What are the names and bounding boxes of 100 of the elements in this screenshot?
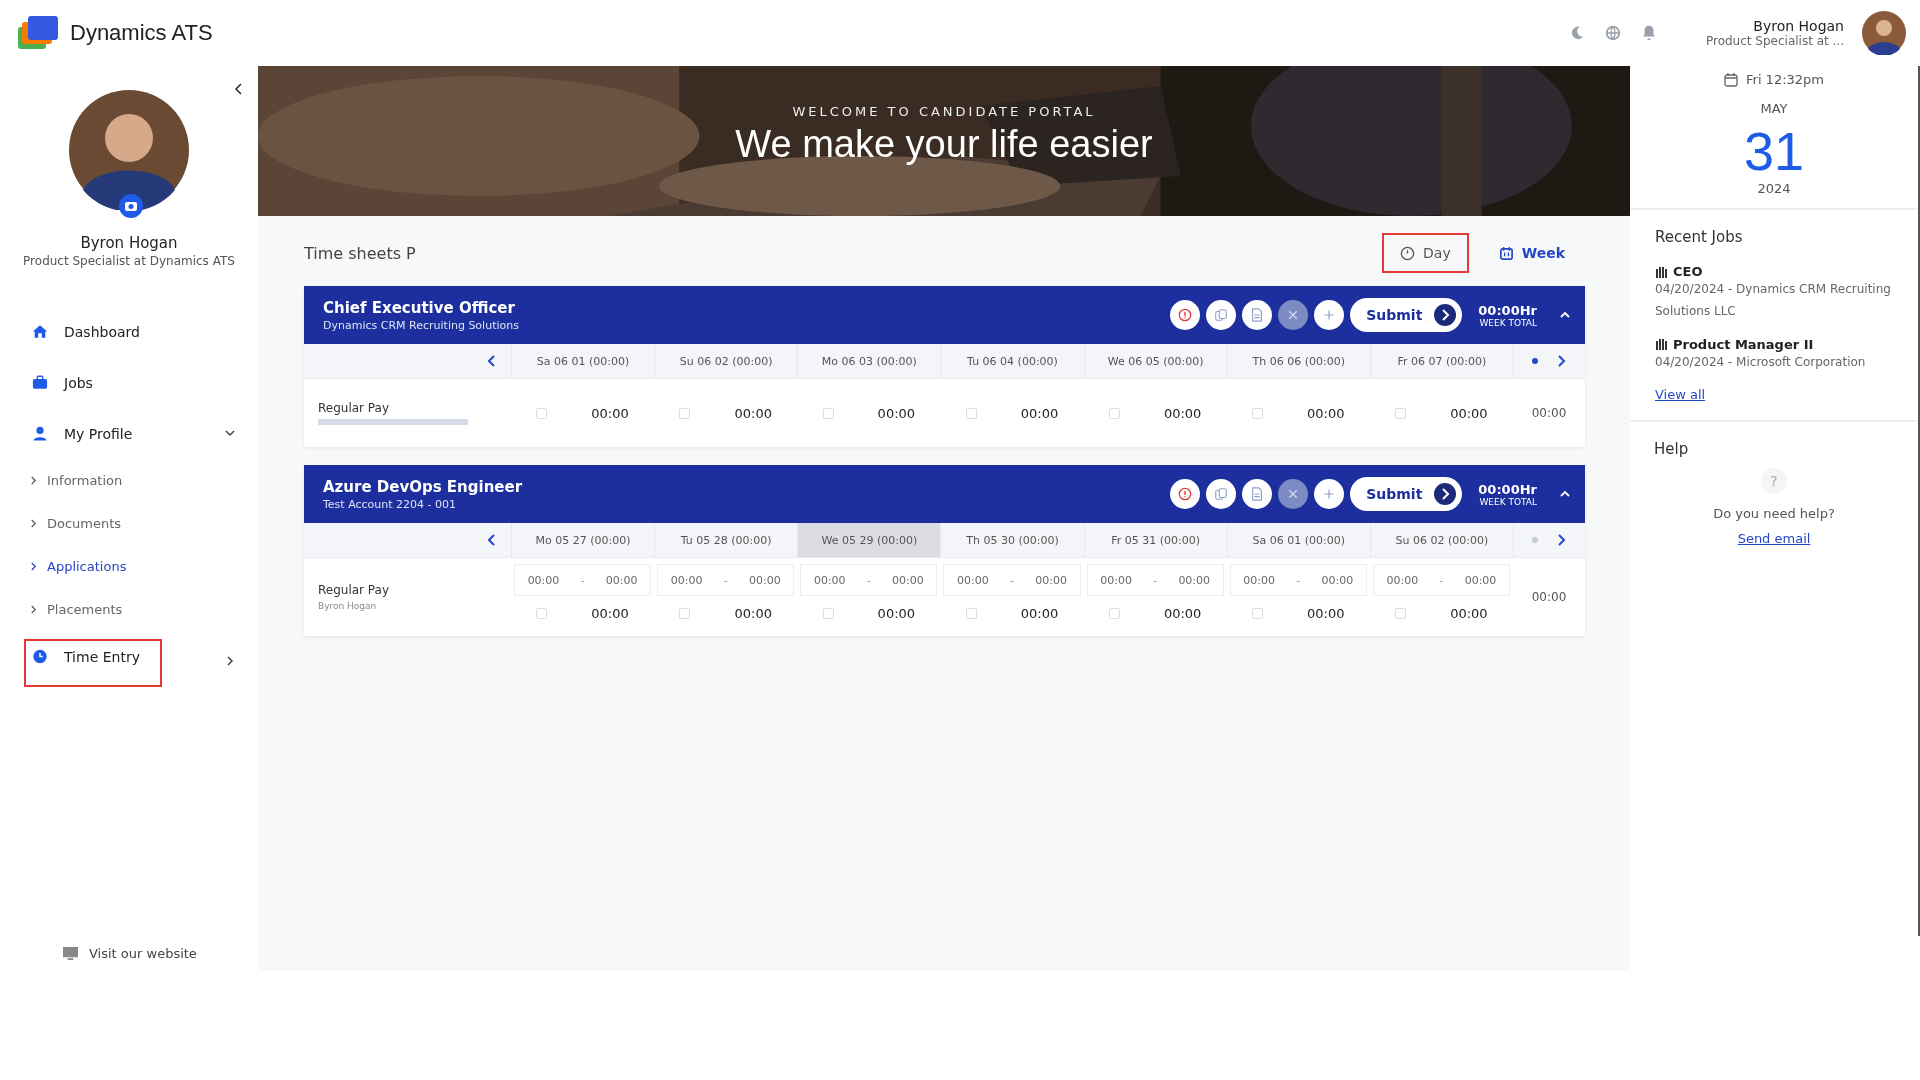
checkbox[interactable] [1252, 407, 1264, 419]
end-time-field[interactable]: 00:00 [1460, 573, 1501, 587]
nav-item[interactable]: Time Entry [24, 639, 162, 687]
start-time-field[interactable]: 00:00 [1239, 573, 1280, 587]
day-header[interactable]: We 06 05 (00:00) [1083, 344, 1227, 378]
next-icon[interactable] [1556, 355, 1567, 367]
copy-button[interactable] [1206, 300, 1237, 330]
hours-field[interactable]: 00:00 [1450, 405, 1488, 421]
checkbox[interactable] [1395, 607, 1407, 619]
hours-field[interactable]: 00:00 [1307, 405, 1345, 421]
hours-field[interactable]: 00:00 [877, 405, 916, 421]
end-time-field[interactable]: 00:00 [888, 573, 928, 587]
job-title[interactable]: Product Manager II [1673, 336, 1814, 352]
end-time-field[interactable]: 00:00 [744, 573, 785, 587]
hours-value: 00:00 [591, 605, 629, 621]
day-header[interactable]: Fr 05 31 (00:00) [1083, 523, 1227, 557]
building-icon [1655, 265, 1667, 278]
chevron-icon[interactable] [224, 655, 236, 667]
alert-button[interactable] [1170, 300, 1201, 330]
day-header[interactable]: Th 05 30 (00:00) [940, 523, 1084, 557]
hours-field[interactable]: 00:00 [1163, 405, 1202, 421]
range-dash: - [1010, 573, 1014, 587]
start-time-field[interactable]: 00:00 [523, 573, 564, 587]
checkbox[interactable] [679, 407, 691, 419]
chevron-icon[interactable] [224, 427, 236, 439]
checkbox[interactable] [536, 407, 548, 419]
next-icon[interactable] [1556, 534, 1567, 546]
start-time-field[interactable]: 00:00 [1382, 573, 1423, 587]
day-header[interactable]: Sa 06 01 (00:00) [511, 344, 655, 378]
chevron-icon [30, 519, 37, 528]
nav-subitem[interactable]: Information [0, 459, 258, 502]
checkbox[interactable] [1108, 407, 1120, 419]
previous-icon[interactable] [487, 534, 497, 546]
day-header[interactable]: Th 06 06 (00:00) [1226, 344, 1370, 378]
nav-item[interactable]: Jobs [24, 357, 101, 408]
view-tab[interactable]: Week [1480, 233, 1583, 273]
camera-icon[interactable] [119, 194, 143, 218]
date-year: 2024 [1757, 181, 1791, 197]
end-time-field[interactable]: 00:00 [601, 573, 642, 587]
submit-button[interactable]: Submit [1350, 477, 1463, 511]
document-button[interactable] [1242, 479, 1273, 509]
close-button[interactable] [1278, 300, 1309, 330]
end-time-field[interactable]: 00:00 [1031, 573, 1071, 587]
hours-field[interactable]: 00:00 [1020, 405, 1059, 421]
submit-button[interactable]: Submit [1350, 298, 1463, 332]
view-tab[interactable]: Day [1382, 233, 1469, 273]
add-button[interactable] [1314, 300, 1345, 330]
copy-button[interactable] [1206, 479, 1237, 509]
day-header[interactable]: Tu 06 04 (00:00) [940, 344, 1084, 378]
alert-button[interactable] [1170, 479, 1201, 509]
checkbox[interactable] [822, 407, 834, 419]
checkbox[interactable] [965, 407, 977, 419]
document-icon [1250, 487, 1265, 501]
start-time-field[interactable]: 00:00 [666, 573, 707, 587]
checkbox[interactable] [1395, 407, 1407, 419]
hours-field[interactable]: 00:00 [734, 405, 772, 421]
close-button[interactable] [1278, 479, 1309, 509]
caret-icon[interactable] [1559, 311, 1571, 319]
website-link[interactable]: Visit our website [62, 946, 197, 961]
nav-subitem[interactable]: Documents [0, 502, 258, 545]
day-header[interactable]: Mo 05 27 (00:00) [511, 523, 655, 557]
checkbox[interactable] [536, 607, 548, 619]
document-button[interactable] [1242, 300, 1273, 330]
day-header[interactable]: Su 06 02 (00:00) [1369, 523, 1513, 557]
avatar-icon[interactable] [1862, 11, 1906, 55]
day-header[interactable]: Fr 06 07 (00:00) [1369, 344, 1513, 378]
checkbox[interactable] [1108, 607, 1120, 619]
calendar-icon [1498, 245, 1514, 261]
nav-label: My Profile [64, 425, 133, 442]
hours-value: 00:00 [877, 605, 916, 621]
end-time-field[interactable]: 00:00 [1317, 573, 1358, 587]
start-time-field[interactable]: 00:00 [1096, 573, 1136, 587]
globe-icon[interactable] [1603, 24, 1622, 42]
day-header[interactable]: Mo 06 03 (00:00) [797, 344, 941, 378]
nav-subitem[interactable]: Applications [0, 545, 258, 588]
nav-subitem[interactable]: Placements [0, 588, 258, 631]
day-header[interactable]: Sa 06 01 (00:00) [1226, 523, 1370, 557]
checkbox[interactable] [965, 607, 977, 619]
help-question: Do you need help? [1713, 506, 1835, 522]
hours-field[interactable]: 00:00 [591, 405, 629, 421]
chevron-icon [30, 476, 37, 485]
user-name[interactable]: Byron Hogan [1753, 18, 1844, 34]
caret-icon[interactable] [1559, 490, 1571, 498]
previous-icon[interactable] [487, 355, 497, 367]
checkbox[interactable] [679, 607, 691, 619]
nav-item[interactable]: Dashboard [24, 306, 148, 357]
checkbox[interactable] [1252, 607, 1264, 619]
day-header[interactable]: Su 06 02 (00:00) [654, 344, 798, 378]
nav-item[interactable]: My Profile [24, 408, 141, 459]
add-button[interactable] [1314, 479, 1345, 509]
start-time-field[interactable]: 00:00 [809, 573, 850, 587]
day-header[interactable]: We 05 29 (00:00) [797, 523, 941, 557]
start-time-field[interactable]: 00:00 [953, 573, 993, 587]
collapse-icon[interactable] [234, 82, 244, 96]
plus-icon [1323, 309, 1336, 321]
end-time-field[interactable]: 00:00 [1174, 573, 1215, 587]
job-title[interactable]: CEO [1673, 264, 1703, 280]
view-all-link[interactable]: View all [1655, 387, 1706, 403]
send-email-link[interactable]: Send email [1737, 531, 1811, 547]
checkbox[interactable] [822, 607, 834, 619]
